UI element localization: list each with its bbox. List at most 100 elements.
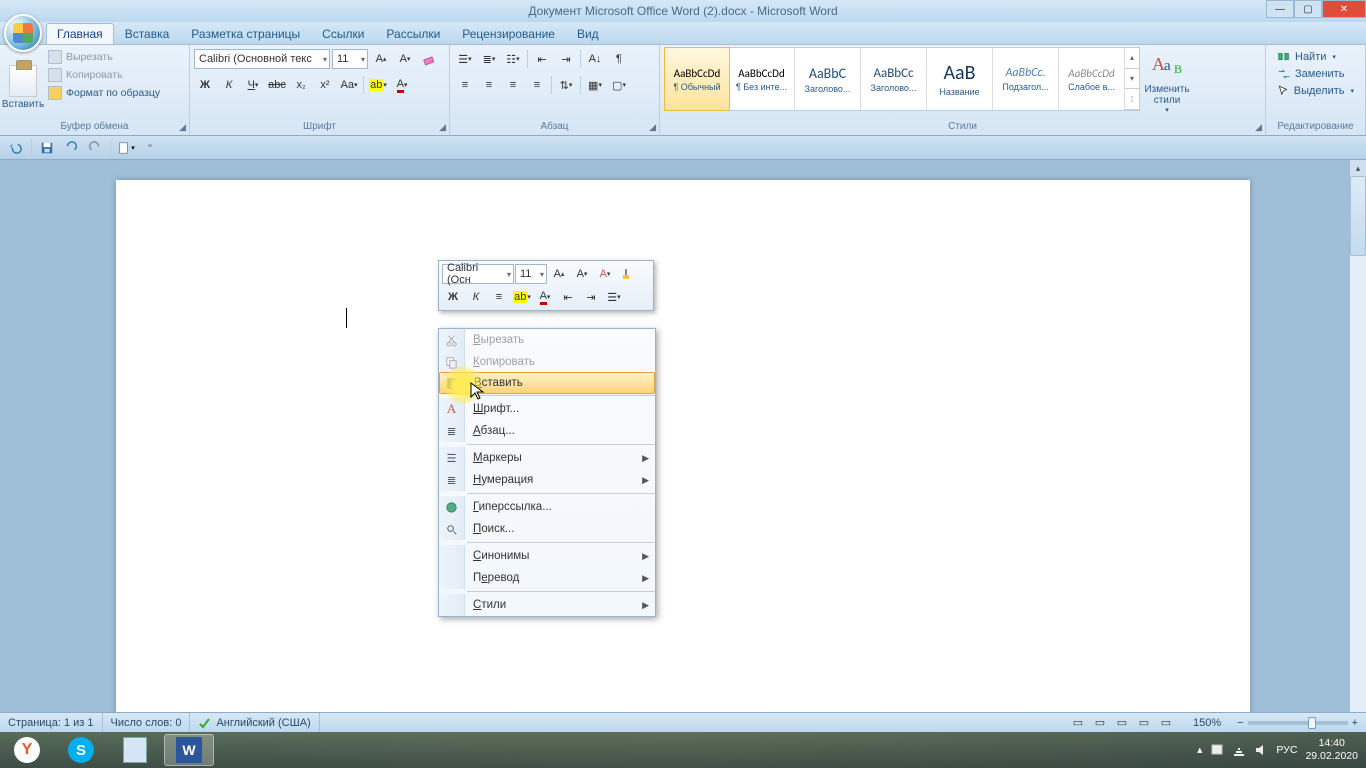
increase-indent-button[interactable]: ⇥: [555, 49, 577, 69]
ctx-font[interactable]: AШрифт...: [439, 398, 655, 420]
qat-customize[interactable]: ⁼: [140, 138, 160, 158]
find-button[interactable]: Найти▾: [1276, 49, 1355, 65]
tab-view[interactable]: Вид: [566, 23, 610, 44]
tray-up-icon[interactable]: ▴: [1197, 744, 1202, 756]
italic-button[interactable]: К: [218, 75, 240, 95]
zoom-out-button[interactable]: −: [1237, 717, 1243, 729]
underline-button[interactable]: Ч▾: [242, 75, 264, 95]
ctx-styles[interactable]: Стили▶: [439, 594, 655, 616]
view-print-layout[interactable]: ▭: [1067, 713, 1089, 733]
style-subtitle[interactable]: AaBbCc.Подзагол...: [993, 48, 1059, 110]
view-buttons[interactable]: ▭ ▭ ▭ ▭ ▭: [1059, 713, 1185, 732]
tab-page-layout[interactable]: Разметка страницы: [180, 23, 311, 44]
qat-undo-arrow[interactable]: [6, 138, 26, 158]
line-spacing-button[interactable]: ⇅▾: [555, 75, 577, 95]
grow-font-button[interactable]: A▴: [370, 49, 392, 69]
font-name-combo[interactable]: Calibri (Основной текс▾: [194, 49, 330, 69]
style-title[interactable]: AaBНазвание: [927, 48, 993, 110]
ctx-translate[interactable]: Перевод▶: [439, 567, 655, 589]
scroll-thumb[interactable]: [1350, 176, 1366, 256]
mini-font-combo[interactable]: Calibri (Осн▾: [442, 264, 514, 284]
office-button[interactable]: [4, 14, 42, 52]
justify-button[interactable]: ≡: [526, 75, 548, 95]
qat-new[interactable]: ▾: [116, 138, 136, 158]
vertical-scrollbar[interactable]: ▴ ▾: [1350, 160, 1366, 732]
change-styles-button[interactable]: A a B Изменить стили ▾: [1142, 47, 1192, 120]
tray-lang[interactable]: РУС: [1276, 744, 1297, 756]
show-marks-button[interactable]: ¶: [608, 49, 630, 69]
style-normal[interactable]: AaBbCcDd¶ Обычный: [664, 47, 730, 111]
superscript-button[interactable]: x²: [314, 75, 336, 95]
maximize-button[interactable]: ▢: [1294, 0, 1322, 18]
qat-save[interactable]: [37, 138, 57, 158]
mini-center[interactable]: ≡: [488, 287, 510, 307]
dialog-launcher-icon[interactable]: ◢: [179, 122, 186, 133]
shrink-font-button[interactable]: A▾: [394, 49, 416, 69]
taskbar-calc[interactable]: [110, 734, 160, 766]
dialog-launcher-icon[interactable]: ◢: [439, 122, 446, 133]
sort-button[interactable]: A↓: [584, 49, 606, 69]
mini-grow-font[interactable]: A▴: [548, 264, 570, 284]
ctx-bullets[interactable]: ☰Маркеры▶: [439, 447, 655, 469]
mini-font-color[interactable]: A▾: [534, 287, 556, 307]
view-full-read[interactable]: ▭: [1089, 713, 1111, 733]
document-page[interactable]: [116, 180, 1250, 732]
zoom-in-button[interactable]: +: [1352, 717, 1358, 729]
minimize-button[interactable]: —: [1266, 0, 1294, 18]
style-heading1[interactable]: AaBbCЗаголово...: [795, 48, 861, 110]
qat-redo[interactable]: [85, 138, 105, 158]
qat-undo2[interactable]: [61, 138, 81, 158]
mini-format-painter[interactable]: [617, 264, 639, 284]
tab-review[interactable]: Рецензирование: [451, 23, 566, 44]
font-size-combo[interactable]: 11▾: [332, 49, 368, 69]
network-icon[interactable]: [1232, 743, 1246, 757]
tray-clock[interactable]: 14:40 29.02.2020: [1305, 737, 1358, 762]
align-right-button[interactable]: ≡: [502, 75, 524, 95]
close-button[interactable]: ✕: [1322, 0, 1366, 18]
taskbar-yandex[interactable]: Y: [2, 734, 52, 766]
view-outline[interactable]: ▭: [1133, 713, 1155, 733]
mini-highlight[interactable]: ab▾: [511, 287, 533, 307]
zoom-level[interactable]: 150%: [1185, 713, 1229, 732]
scroll-up-button[interactable]: ▴: [1350, 160, 1366, 176]
subscript-button[interactable]: x₂: [290, 75, 312, 95]
tab-mailings[interactable]: Рассылки: [375, 23, 451, 44]
status-page[interactable]: Страница: 1 из 1: [0, 713, 103, 732]
mini-dec-indent[interactable]: ⇤: [557, 287, 579, 307]
zoom-slider[interactable]: − +: [1229, 713, 1366, 732]
paste-button[interactable]: Вставить: [4, 47, 42, 113]
mini-bullets[interactable]: ☰▾: [603, 287, 625, 307]
ctx-numbering[interactable]: ≣Нумерация▶: [439, 469, 655, 491]
tab-home[interactable]: Главная: [46, 23, 114, 44]
flag-icon[interactable]: [1210, 743, 1224, 757]
align-left-button[interactable]: ≡: [454, 75, 476, 95]
highlight-button[interactable]: ab▾: [367, 75, 389, 95]
bold-button[interactable]: Ж: [194, 75, 216, 95]
taskbar-skype[interactable]: S: [56, 734, 106, 766]
font-color-button[interactable]: A▾: [391, 75, 413, 95]
tab-references[interactable]: Ссылки: [311, 23, 375, 44]
tab-insert[interactable]: Вставка: [114, 23, 181, 44]
align-center-button[interactable]: ≡: [478, 75, 500, 95]
styles-gallery[interactable]: AaBbCcDd¶ Обычный AaBbCcDd¶ Без инте... …: [664, 47, 1140, 111]
styles-down-button[interactable]: ▾: [1125, 69, 1139, 90]
ctx-paste[interactable]: Вставить: [439, 372, 655, 394]
bullets-button[interactable]: ☰▾: [454, 49, 476, 69]
ctx-search[interactable]: Поиск...: [439, 518, 655, 540]
taskbar-word[interactable]: W: [164, 734, 214, 766]
style-no-spacing[interactable]: AaBbCcDd¶ Без инте...: [729, 48, 795, 110]
mini-size-combo[interactable]: 11▾: [515, 264, 547, 284]
numbering-button[interactable]: ≣▾: [478, 49, 500, 69]
styles-up-button[interactable]: ▴: [1125, 48, 1139, 69]
styles-more-button[interactable]: ⁞: [1125, 89, 1139, 110]
volume-icon[interactable]: [1254, 743, 1268, 757]
strike-button[interactable]: abc: [266, 75, 288, 95]
ctx-hyperlink[interactable]: Гиперссылка...: [439, 496, 655, 518]
replace-button[interactable]: Заменить: [1276, 66, 1355, 82]
multilevel-button[interactable]: ☷▾: [502, 49, 524, 69]
mini-styles[interactable]: A▾: [594, 264, 616, 284]
clear-format-button[interactable]: [418, 49, 440, 69]
view-web[interactable]: ▭: [1111, 713, 1133, 733]
mini-bold[interactable]: Ж: [442, 287, 464, 307]
ctx-synonyms[interactable]: Синонимы▶: [439, 545, 655, 567]
